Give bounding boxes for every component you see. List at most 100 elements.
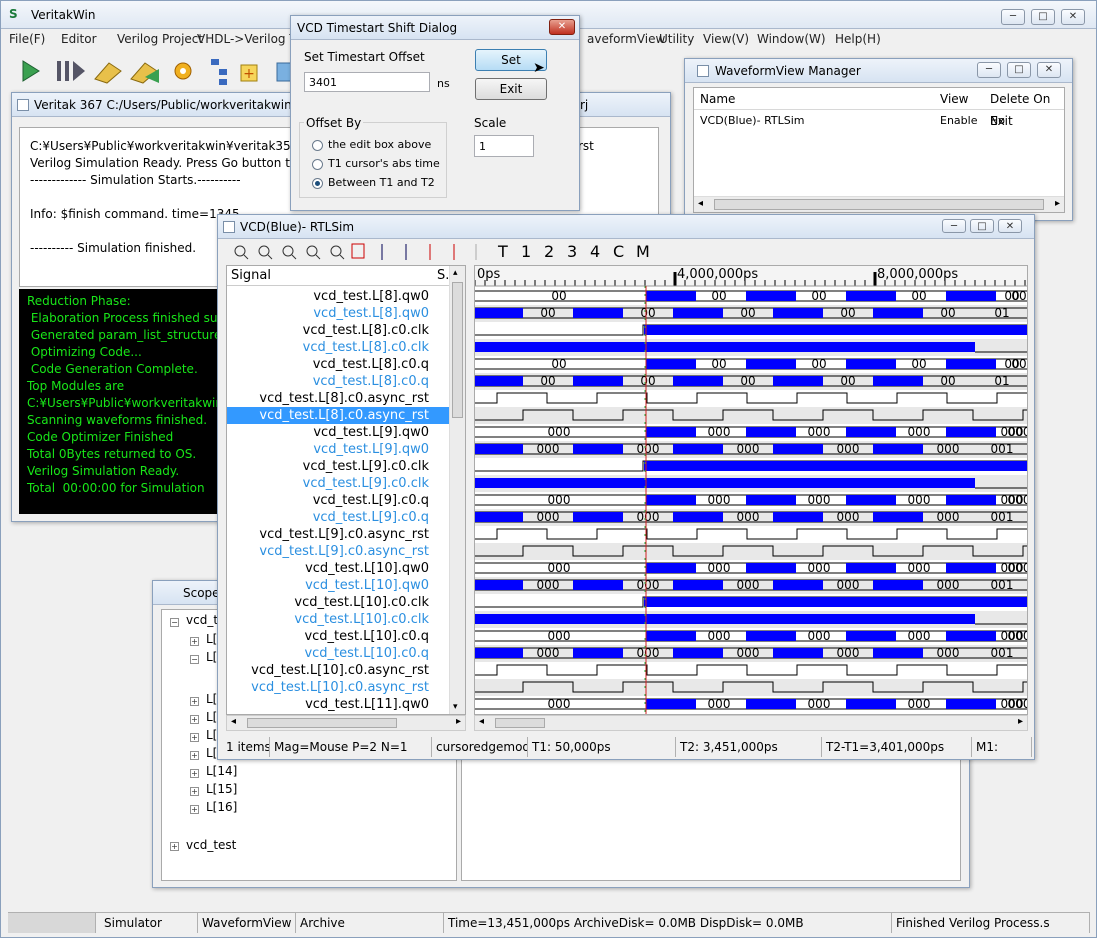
tree-root-1[interactable]: vcd_t [186, 613, 218, 627]
signal-col2-label[interactable]: S. [437, 266, 449, 286]
signal-row[interactable]: vcd_test.L[8].c0.async_rst [227, 407, 449, 424]
option-radio[interactable] [312, 159, 323, 170]
manager-hscrollbar[interactable]: ◂ ▸ [694, 196, 1064, 212]
cursor-tool-button[interactable]: 4 [590, 241, 600, 263]
signal-row[interactable]: vcd_test.L[8].qw0 [227, 305, 449, 322]
waveform-trace[interactable] [475, 407, 1028, 424]
minimize-button[interactable]: ─ [1001, 9, 1025, 25]
signal-row[interactable]: vcd_test.L[8].c0.async_rst [227, 390, 449, 407]
menu-item[interactable]: aveformView [587, 29, 665, 49]
signal-hscrollbar[interactable]: ◂ ▸ [226, 715, 466, 731]
tree-item[interactable]: L[ [206, 710, 217, 724]
signal-row[interactable]: vcd_test.L[9].c0.q [227, 492, 449, 509]
maximize-button[interactable]: □ [1031, 9, 1055, 25]
waveform-trace[interactable]: 000000000000000000 [475, 697, 1028, 711]
waveform-trace[interactable]: 000 000 000 000 000 001 [475, 509, 1028, 526]
scale-input[interactable] [474, 135, 534, 157]
col-name[interactable]: Name [700, 88, 735, 110]
signal-row[interactable]: vcd_test.L[10].qw0 [227, 560, 449, 577]
waveform-trace[interactable]: 00 00 00 00 0000 [475, 289, 1028, 303]
waveform-trace[interactable]: 00 00 00 00 00 01 [475, 373, 1028, 390]
wave-maximize-button[interactable]: □ [970, 219, 994, 233]
cursor-tool-button[interactable]: 1 [521, 241, 531, 263]
menu-item[interactable]: Editor [61, 29, 97, 49]
cursor-tool-button[interactable]: T [498, 241, 508, 263]
tree-expand-icon[interactable]: + [190, 697, 199, 706]
menu-item[interactable]: View(V) [703, 29, 749, 49]
signal-row[interactable]: vcd_test.L[9].qw0 [227, 424, 449, 441]
wave-close-button[interactable]: ✕ [998, 219, 1022, 233]
waveform-trace[interactable] [475, 679, 1028, 696]
tree-expand-icon[interactable]: + [190, 751, 199, 760]
signal-row[interactable]: vcd_test.L[10].qw0 [227, 577, 449, 594]
signal-row[interactable]: vcd_test.L[9].c0.clk [227, 458, 449, 475]
waveform-trace[interactable]: 000000000000000000 [475, 425, 1028, 439]
tree-expand-icon[interactable]: + [190, 787, 199, 796]
waveform-trace[interactable] [475, 596, 1028, 608]
tree-collapse-icon[interactable]: − [170, 618, 179, 627]
manager-maximize-button[interactable]: □ [1007, 62, 1031, 78]
waveform-trace[interactable]: 00 00 00 00 0000 [475, 357, 1028, 371]
signal-row[interactable]: vcd_test.L[9].c0.async_rst [227, 543, 449, 560]
waveform-trace[interactable] [475, 392, 1028, 404]
signal-row[interactable]: vcd_test.L[9].c0.async_rst [227, 526, 449, 543]
tree-item[interactable]: L[ [206, 728, 217, 742]
tree-item[interactable]: L[14] [206, 764, 237, 778]
tree-expand-icon[interactable]: + [170, 842, 179, 851]
cursor-tool-button[interactable]: C [613, 241, 624, 263]
signal-row[interactable]: vcd_test.L[8].c0.clk [227, 322, 449, 339]
tree-expand-icon[interactable]: + [190, 715, 199, 724]
waveform-trace[interactable] [475, 475, 1028, 492]
signal-row[interactable]: vcd_test.L[8].qw0 [227, 288, 449, 305]
menu-item[interactable]: Verilog Project [117, 29, 203, 49]
waveform-trace[interactable] [475, 324, 1028, 336]
tree-item[interactable]: L[ [206, 650, 217, 664]
tree-root-2[interactable]: vcd_test [186, 838, 236, 852]
dialog-close-button[interactable]: ✕ [549, 19, 575, 35]
waveform-trace[interactable]: 000000000000000000 [475, 561, 1028, 575]
option-label[interactable]: T1 cursor's abs time [328, 157, 440, 170]
waveform-pane[interactable]: 0ps 4,000,000ps 8,000,000ps 00 00 00 00 00 00 00 0… [474, 265, 1028, 715]
signal-row[interactable]: vcd_test.L[9].qw0 [227, 441, 449, 458]
signal-row[interactable]: vcd_test.L[9].c0.clk [227, 475, 449, 492]
close-button[interactable]: ✕ [1061, 9, 1085, 25]
toolbar-icons[interactable]: + [9, 51, 299, 87]
signal-header-label[interactable]: Signal [231, 266, 271, 286]
tree-item[interactable]: L[ [206, 746, 217, 760]
waveform-trace[interactable] [475, 611, 1028, 628]
waveform-trace[interactable] [475, 543, 1028, 560]
option-radio[interactable] [312, 140, 323, 151]
wave-minimize-button[interactable]: ─ [942, 219, 966, 233]
tree-expand-icon[interactable]: − [190, 655, 199, 664]
waveform-trace[interactable] [475, 528, 1028, 540]
signal-row[interactable]: vcd_test.L[10].c0.async_rst [227, 679, 449, 696]
manager-close-button[interactable]: ✕ [1037, 62, 1061, 78]
menu-item[interactable]: File(F) [9, 29, 45, 49]
waveform-trace[interactable] [475, 339, 1028, 356]
option-radio[interactable] [312, 178, 323, 189]
waveform-trace[interactable]: 000000000000000000 [475, 493, 1028, 507]
tree-item[interactable]: L[16] [206, 800, 237, 814]
waveform-trace[interactable] [475, 460, 1028, 472]
waveform-trace[interactable]: 000000000000000000 [475, 629, 1028, 643]
menu-item[interactable]: Help(H) [835, 29, 881, 49]
menu-item[interactable]: Utility [659, 29, 694, 49]
signal-row[interactable]: vcd_test.L[8].c0.q [227, 356, 449, 373]
menu-item[interactable]: VHDL->Verilog Tr [197, 29, 300, 49]
waveform-trace[interactable]: 000 000 000 000 000 001 [475, 577, 1028, 594]
tree-expand-icon[interactable]: + [190, 637, 199, 646]
signal-row[interactable]: vcd_test.L[11].qw0 [227, 696, 449, 713]
option-label[interactable]: the edit box above [328, 138, 431, 151]
menu-item[interactable]: Window(W) [757, 29, 826, 49]
signal-row[interactable]: vcd_test.L[10].c0.async_rst [227, 662, 449, 679]
offset-input[interactable] [304, 72, 430, 92]
manager-minimize-button[interactable]: ─ [977, 62, 1001, 78]
tree-expand-icon[interactable]: + [190, 733, 199, 742]
tree-item[interactable]: L[ [206, 632, 217, 646]
tree-expand-icon[interactable]: + [190, 769, 199, 778]
col-view[interactable]: View [940, 88, 968, 110]
cursor-tool-button[interactable]: M [636, 241, 650, 263]
signal-vscrollbar[interactable]: ▴ ▾ [449, 266, 465, 714]
signal-row[interactable]: vcd_test.L[9].c0.q [227, 509, 449, 526]
signal-row[interactable]: vcd_test.L[8].c0.clk [227, 339, 449, 356]
